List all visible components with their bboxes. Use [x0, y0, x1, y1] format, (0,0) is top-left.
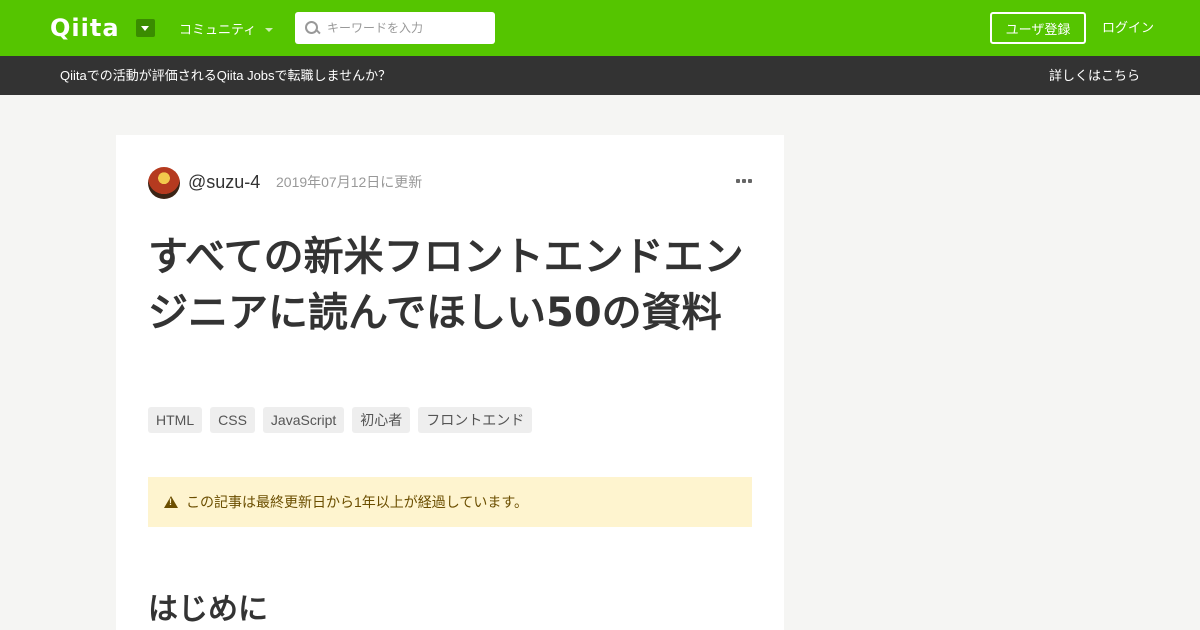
- chevron-down-icon[interactable]: [136, 19, 155, 37]
- caret-down-icon: [265, 28, 274, 32]
- author-username[interactable]: @suzu-4: [188, 171, 260, 193]
- more-options-icon[interactable]: [736, 179, 752, 183]
- outdated-notice: この記事は最終更新日から1年以上が経過しています。: [148, 477, 752, 527]
- tag-css[interactable]: CSS: [210, 407, 255, 433]
- global-header: Qiita コミュニティ ユーザ登録 ログイン: [0, 0, 1200, 56]
- article-card: @suzu-4 2019年07月12日に更新 すべての新米フロントエンドエンジニ…: [116, 135, 784, 630]
- article-title: すべての新米フロントエンドエンジニアに読んでほしい50の資料: [148, 234, 744, 336]
- search-input[interactable]: [327, 21, 487, 35]
- banner-details-link[interactable]: 詳しくはこちら: [1049, 67, 1140, 84]
- avatar[interactable]: [148, 167, 180, 199]
- signup-button[interactable]: ユーザ登録: [990, 12, 1086, 44]
- login-link[interactable]: ログイン: [1102, 20, 1154, 36]
- tag-beginner[interactable]: 初心者: [352, 407, 411, 433]
- updated-date: 2019年07月12日に更新: [276, 174, 423, 190]
- jobs-banner: Qiitaでの活動が評価されるQiita Jobsで転職しませんか？ 詳しくはこ…: [0, 56, 1200, 95]
- community-label: コミュニティ: [179, 22, 257, 37]
- tag-list: HTML CSS JavaScript 初心者 フロントエンド: [148, 407, 533, 433]
- notice-text: この記事は最終更新日から1年以上が経過しています。: [186, 493, 528, 510]
- search-icon: [303, 18, 323, 38]
- banner-text: Qiitaでの活動が評価されるQiita Jobsで転職しませんか？: [60, 68, 392, 83]
- search-box[interactable]: [295, 12, 495, 44]
- qiita-logo[interactable]: Qiita: [50, 14, 120, 42]
- community-menu[interactable]: コミュニティ: [179, 22, 274, 38]
- tag-frontend[interactable]: フロントエンド: [418, 407, 533, 433]
- section-heading: はじめに: [148, 592, 268, 627]
- tag-html[interactable]: HTML: [148, 407, 203, 433]
- warning-icon: [164, 496, 178, 508]
- tag-javascript[interactable]: JavaScript: [262, 407, 345, 433]
